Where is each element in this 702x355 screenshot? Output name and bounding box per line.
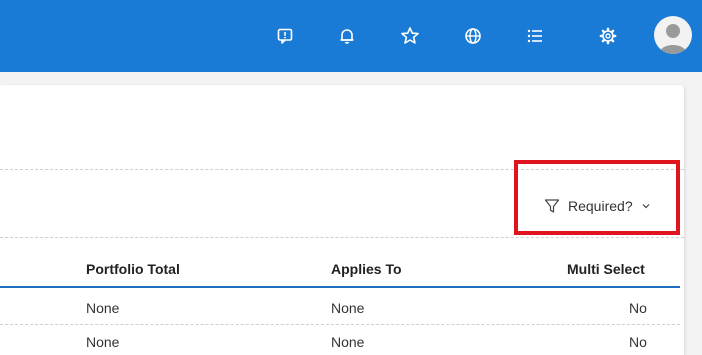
user-avatar[interactable] [654,16,692,54]
highlight-box [514,160,680,235]
section-divider [0,237,684,238]
column-header-applies-to[interactable]: Applies To [331,261,402,277]
globe-icon[interactable] [461,24,485,48]
table-cell: No [629,334,647,350]
column-header-portfolio-total[interactable]: Portfolio Total [86,261,180,277]
bell-icon[interactable] [335,24,359,48]
feedback-icon[interactable] [273,24,297,48]
gear-icon[interactable] [596,24,620,48]
table-cell: None [331,300,365,316]
table-cell: None [86,334,120,350]
header-underline [0,286,680,288]
list-icon[interactable] [523,24,547,48]
star-icon[interactable] [398,24,422,48]
table-cell: None [331,334,365,350]
top-navigation-bar [0,0,702,72]
table-cell: No [629,300,647,316]
row-divider [0,324,680,325]
table-cell: None [86,300,120,316]
column-header-multi-select[interactable]: Multi Select [567,261,645,277]
